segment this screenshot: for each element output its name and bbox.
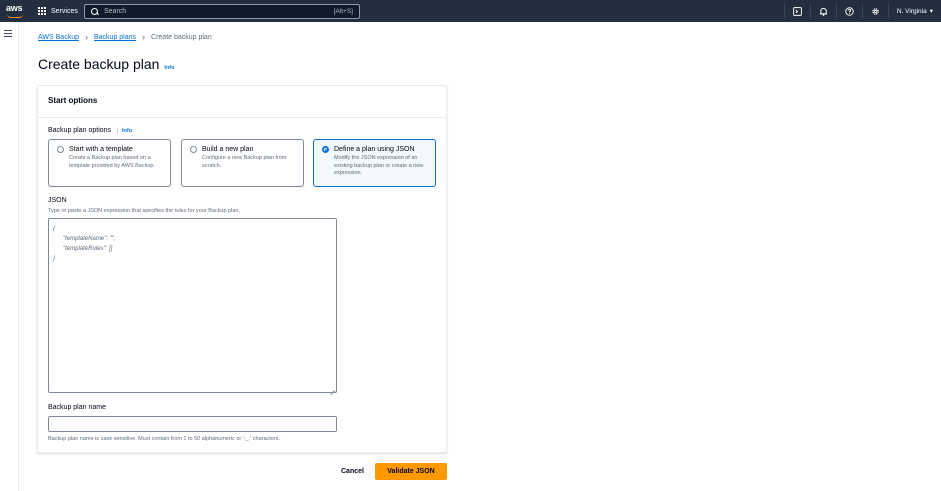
radio-start-with-template[interactable] [57,146,64,153]
breadcrumb-current: Create backup plan [151,34,212,41]
json-line: "templateName": "", [63,236,116,242]
breadcrumb: AWS Backup › Backup plans › Create backu… [38,32,212,42]
cancel-button[interactable]: Cancel [336,465,369,478]
aws-logo[interactable]: aws [6,3,28,19]
tile-title: Define a plan using JSON [334,146,415,153]
json-label: JSON [48,197,67,204]
resize-handle-icon[interactable] [329,385,335,391]
json-textarea[interactable]: { "templateName": "", "templateRules": [… [48,218,337,393]
validate-json-button[interactable]: Validate JSON [375,463,447,480]
search-shortcut: [Alt+S] [333,8,353,15]
start-options-heading: Start options [38,86,446,118]
breadcrumb-backup-plans[interactable]: Backup plans [94,34,136,41]
tile-title: Build a new plan [202,146,254,153]
backup-plan-name-label: Backup plan name [48,404,106,411]
json-line: } [53,256,56,262]
top-navigation: aws Services Search [Alt+S] N. Virginia … [0,0,941,22]
backup-plan-name-hint: Backup plan name is case sensitive. Must… [48,436,280,442]
region-selector[interactable]: N. Virginia ▾ [887,4,941,18]
region-label: N. Virginia [896,7,927,15]
search-icon [91,7,99,16]
services-label: Services [51,7,78,15]
tile-description: Modify the JSON expression of an existin… [334,155,424,176]
backup-plan-options-label-row: Backup plan options Info [48,127,133,134]
json-description: Type or paste a JSON expression that spe… [48,208,240,214]
tile-title: Start with a template [69,146,133,153]
services-menu-button[interactable]: Services [38,4,78,18]
grid-icon [38,6,47,16]
tile-define-plan-json[interactable]: Define a plan using JSON Modify the JSON… [313,139,436,187]
cloudshell-icon[interactable] [783,4,810,18]
backup-plan-options-label: Backup plan options [48,127,112,134]
search-input[interactable]: Search [Alt+S] [84,4,360,19]
chevron-right-icon: › [142,32,146,42]
backup-plan-options-info-link[interactable]: Info [117,128,133,134]
settings-gear-icon[interactable] [861,4,888,18]
radio-build-new-plan[interactable] [190,146,197,153]
menu-hamburger-icon[interactable] [4,30,12,37]
json-line: "templateRules": [] [63,246,113,252]
backup-plan-name-input[interactable] [48,416,337,432]
radio-define-plan-json[interactable] [322,146,329,153]
side-divider [18,22,19,491]
notifications-bell-icon[interactable] [809,4,836,18]
help-icon[interactable] [835,4,862,18]
page-info-link[interactable]: Info [164,65,174,71]
page-title-row: Create backup plan Info [38,56,175,72]
tile-build-new-plan[interactable]: Build a new plan Configure a new Backup … [181,139,304,187]
caret-down-icon: ▾ [929,8,933,15]
chevron-right-icon: › [84,32,88,42]
tile-description: Configure a new Backup plan from scratch… [202,155,287,169]
json-line: { [53,226,56,232]
search-placeholder: Search [104,8,127,15]
tile-description: Create a Backup plan based on a template… [69,155,156,169]
breadcrumb-aws-backup[interactable]: AWS Backup [38,34,79,41]
tile-start-with-template[interactable]: Start with a template Create a Backup pl… [48,139,171,187]
page-title: Create backup plan [38,56,160,72]
